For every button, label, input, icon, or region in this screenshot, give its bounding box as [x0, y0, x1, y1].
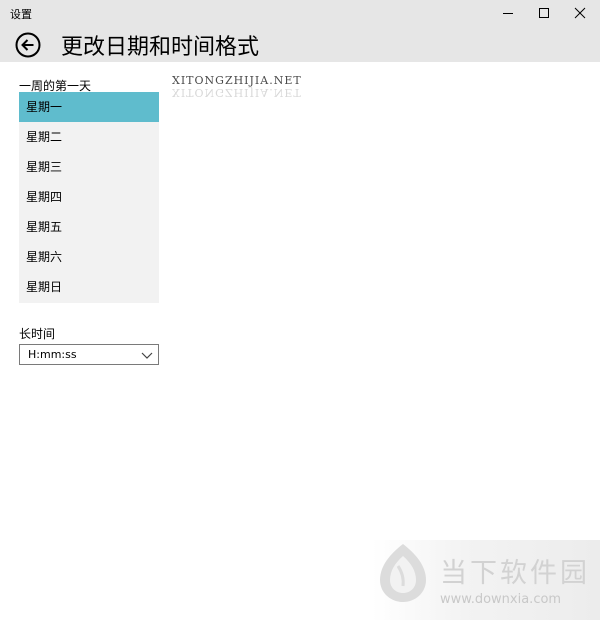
settings-window: 设置 更改日期和时间格式 一周的第一天 星期一 星期二 星期三 星期四 星期五 … — [0, 0, 600, 620]
watermark-top-reflection: XITONGZHIJIA.NET — [172, 86, 302, 99]
list-item-thursday[interactable]: 星期四 — [19, 182, 159, 212]
list-item-wednesday[interactable]: 星期三 — [19, 152, 159, 182]
close-icon — [574, 7, 586, 19]
minimize-button[interactable] — [490, 0, 526, 26]
list-item-saturday[interactable]: 星期六 — [19, 242, 159, 272]
page-header: 更改日期和时间格式 — [0, 26, 600, 62]
chevron-down-icon — [141, 352, 153, 359]
back-arrow-circle-icon — [15, 32, 41, 58]
first-day-of-week-list[interactable]: 星期一 星期二 星期三 星期四 星期五 星期六 星期日 — [19, 92, 159, 303]
list-item-tuesday[interactable]: 星期二 — [19, 122, 159, 152]
list-item-friday[interactable]: 星期五 — [19, 212, 159, 242]
watermark-url: www.downxia.com — [440, 592, 562, 607]
maximize-button[interactable] — [526, 0, 562, 26]
minimize-icon — [503, 13, 513, 14]
long-time-label: 长时间 — [19, 327, 56, 341]
watermark-brand: 当下软件园 — [440, 558, 590, 589]
downxia-logo-icon — [380, 544, 426, 602]
long-time-value: H:mm:ss — [28, 348, 77, 361]
list-item-sunday[interactable]: 星期日 — [19, 272, 159, 302]
long-time-dropdown[interactable]: H:mm:ss — [19, 344, 159, 365]
page-title: 更改日期和时间格式 — [61, 35, 260, 60]
list-item-monday[interactable]: 星期一 — [19, 92, 159, 122]
back-button[interactable] — [14, 31, 42, 59]
maximize-icon — [539, 8, 549, 18]
title-bar[interactable]: 设置 — [0, 0, 600, 26]
app-title: 设置 — [10, 8, 32, 21]
close-button[interactable] — [562, 0, 598, 26]
